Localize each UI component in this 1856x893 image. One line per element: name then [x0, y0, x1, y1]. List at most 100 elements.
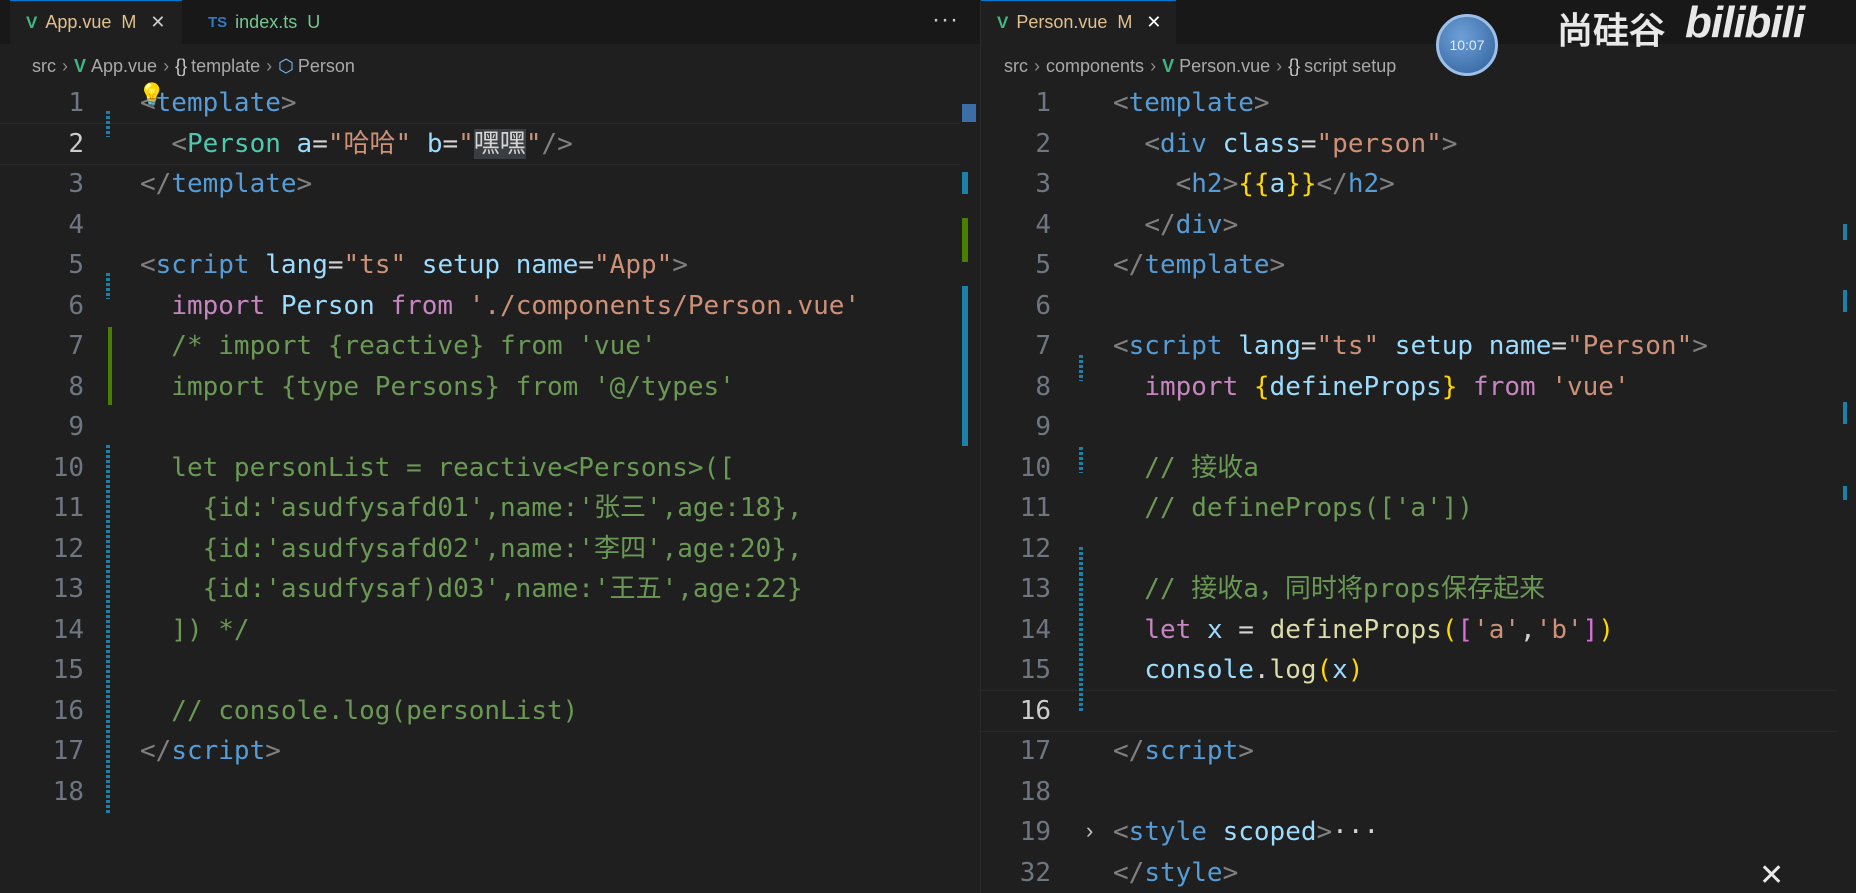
braces-icon: {}: [1288, 55, 1301, 76]
code-line[interactable]: 14 let x = defineProps(['a','b']): [981, 610, 1837, 650]
breadcrumb-item[interactable]: src: [32, 56, 56, 77]
close-icon[interactable]: ✕: [1759, 858, 1784, 893]
code-line[interactable]: 17 </script>: [0, 731, 960, 771]
fold-chevron-icon[interactable]: ›: [1086, 818, 1093, 844]
code-line[interactable]: 3 <h2>{{a}}</h2>: [981, 164, 1837, 204]
code-text: {id:'asudfysaf)d03',name:'王五',age:22}: [140, 574, 803, 604]
scrollbar[interactable]: [1837, 84, 1853, 893]
code-line[interactable]: 11 {id:'asudfysafd01',name:'张三',age:18},: [0, 488, 960, 528]
minimap-marker: [1843, 486, 1847, 500]
line-number: 13: [1019, 574, 1051, 604]
code-line[interactable]: 19 <style scoped>···: [981, 812, 1837, 852]
code-line[interactable]: 7 <script lang="ts" setup name="Person">: [981, 326, 1837, 366]
component-icon: ⬡: [278, 55, 294, 76]
brand-watermark: 尚硅谷: [1557, 10, 1666, 51]
breadcrumb-item[interactable]: components: [1046, 56, 1144, 77]
code-line[interactable]: 14 ]) */: [0, 610, 960, 650]
change-marker: [106, 445, 110, 813]
code-line[interactable]: 3 </template>: [0, 164, 960, 204]
code-line[interactable]: 15: [0, 650, 960, 690]
code-line[interactable]: 8 import {defineProps} from 'vue': [981, 367, 1837, 407]
code-text: /* import {reactive} from 'vue': [140, 331, 657, 361]
change-marker: [1079, 573, 1083, 713]
code-line[interactable]: 1 <template>: [981, 83, 1837, 123]
code-line[interactable]: 6: [981, 286, 1837, 326]
code-line[interactable]: 11 // defineProps(['a']): [981, 488, 1837, 528]
breadcrumb-item[interactable]: script setup: [1304, 56, 1396, 77]
line-number: 18: [1019, 776, 1051, 807]
tab-index-ts[interactable]: TS index.ts U: [190, 0, 370, 44]
breadcrumb-item[interactable]: Person: [298, 56, 355, 77]
code-line[interactable]: 2 <Person a="哈哈" b="嘿嘿"/>: [0, 122, 961, 165]
line-number: 5: [68, 250, 84, 280]
line-number: 8: [1035, 371, 1051, 402]
code-line[interactable]: 4: [0, 205, 960, 245]
line-number: 17: [52, 736, 84, 766]
code-line[interactable]: 10 // 接收a: [981, 448, 1837, 488]
line-number: 12: [52, 533, 84, 564]
close-icon[interactable]: ✕: [150, 12, 165, 33]
code-text: import Person from './components/Person.…: [171, 290, 861, 321]
lightbulb-icon[interactable]: 💡: [138, 82, 165, 108]
chevron-right-icon: ›: [62, 55, 68, 76]
line-number: 16: [52, 695, 84, 726]
tab-app-vue[interactable]: V App.vue M ✕: [10, 0, 182, 44]
modified-indicator: M: [1117, 12, 1133, 32]
code-line[interactable]: 18: [981, 772, 1837, 812]
editor-group-right: V Person.vue M ✕ src › components › V Pe…: [980, 0, 1856, 893]
vue-file-icon: V: [997, 12, 1009, 32]
breadcrumb-item[interactable]: App.vue: [91, 56, 157, 77]
code-text: // 接收a，同时将props保存起来: [1113, 574, 1546, 604]
line-number: 16: [1019, 695, 1051, 726]
line-number: 15: [1019, 655, 1051, 685]
code-line[interactable]: 10 let personList = reactive<Persons>([: [0, 448, 960, 488]
code-line[interactable]: 8 import {type Persons} from '@/types': [0, 367, 960, 407]
line-number: 4: [1035, 209, 1051, 240]
vue-file-icon: V: [1162, 55, 1175, 76]
code-line[interactable]: 16: [981, 689, 1838, 732]
breadcrumb-item[interactable]: template: [191, 56, 260, 77]
code-line[interactable]: 7 /* import {reactive} from 'vue': [0, 326, 960, 366]
tab-label: Person.vue: [1016, 12, 1108, 32]
code-line[interactable]: 17 </script>: [981, 731, 1837, 771]
change-marker: [106, 111, 110, 137]
line-number: 2: [68, 128, 84, 159]
code-text: </script>: [1113, 736, 1254, 766]
code-text: </template>: [1113, 250, 1286, 280]
code-editor[interactable]: 1 <template> 2 <div class="person"> 3 <h2>{…: [981, 83, 1838, 893]
code-line[interactable]: 16 // console.log(personList): [0, 691, 960, 731]
code-line[interactable]: 5 <script lang="ts" setup name="App">: [0, 245, 960, 285]
code-line[interactable]: 13 {id:'asudfysaf)d03',name:'王五',age:22}: [0, 569, 960, 609]
line-number: 1: [68, 88, 84, 118]
code-line[interactable]: 15 console.log(x): [981, 650, 1837, 690]
code-line[interactable]: 6 import Person from './components/Perso…: [0, 286, 960, 326]
code-text: let personList = reactive<Persons>([: [140, 452, 735, 483]
line-number: 10: [52, 452, 84, 483]
code-line[interactable]: 32 </style>: [981, 853, 1837, 893]
scrollbar[interactable]: [960, 100, 976, 893]
breadcrumb-item[interactable]: Person.vue: [1179, 56, 1270, 77]
code-line[interactable]: 4 </div>: [981, 205, 1837, 245]
code-line[interactable]: 9: [981, 407, 1837, 447]
line-number: 3: [1035, 169, 1051, 199]
line-number: 1: [1035, 88, 1051, 118]
chevron-right-icon: ›: [1276, 55, 1283, 76]
breadcrumb-item[interactable]: src: [1004, 56, 1028, 77]
code-line[interactable]: 2 <div class="person">: [981, 124, 1837, 164]
more-actions-icon[interactable]: ···: [932, 6, 959, 34]
bilibili-logo: bilibili: [1685, 0, 1805, 47]
code-line[interactable]: 12 {id:'asudfysafd02',name:'李四',age:20},: [0, 529, 960, 569]
code-text: {id:'asudfysafd01',name:'张三',age:18},: [140, 493, 803, 523]
code-editor[interactable]: 1 <template> 2 <Person a="哈哈" b="嘿嘿"/> 3 </t…: [0, 83, 961, 893]
code-line[interactable]: 18: [0, 772, 960, 812]
code-line[interactable]: 5 </template>: [981, 245, 1837, 285]
code-line[interactable]: 12: [981, 529, 1837, 569]
close-icon[interactable]: ✕: [1146, 12, 1161, 33]
tab-person-vue[interactable]: V Person.vue M ✕: [981, 0, 1176, 44]
minimap-marker: [1843, 290, 1847, 312]
code-line[interactable]: 9: [0, 407, 960, 447]
code-line[interactable]: 13 // 接收a，同时将props保存起来: [981, 569, 1837, 609]
line-number: 11: [1019, 493, 1051, 523]
tab-label: index.ts: [235, 11, 298, 32]
line-number: 32: [1019, 857, 1051, 888]
